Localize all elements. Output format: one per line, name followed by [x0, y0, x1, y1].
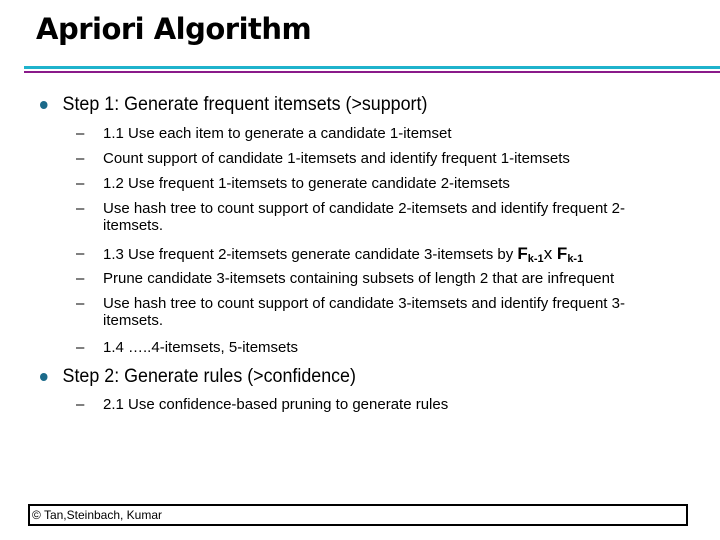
footer-copyright: © Tan,Steinbach, Kumar — [28, 504, 688, 526]
list-item-text: Use hash tree to count support of candid… — [103, 295, 625, 329]
step-2-label: Step 2: Generate rules (>confidence) — [62, 366, 356, 387]
step-1-label: Step 1: Generate frequent itemsets (>sup… — [62, 94, 428, 115]
list-item-text: 1.4 …..4-itemsets, 5-itemsets — [103, 339, 299, 356]
list-item-text: 1.3 Use frequent 2-itemsets generate can… — [103, 245, 678, 268]
list-item-text: Count support of candidate 1-itemsets an… — [103, 150, 570, 167]
bullet-icon — [40, 101, 48, 109]
dash-icon: – — [76, 245, 85, 262]
dash-icon: – — [76, 175, 85, 192]
slide-title: Apriori Algorithm — [36, 12, 312, 46]
dash-icon: – — [76, 270, 85, 287]
list-item-text: 2.1 Use confidence-based pruning to gene… — [103, 396, 449, 413]
dash-icon: – — [76, 295, 85, 312]
title-rule-bottom — [24, 71, 720, 73]
list-item-text: Prune candidate 3-itemsets containing su… — [103, 270, 615, 287]
list-item-text-main: 1.3 Use frequent 2-itemsets generate can… — [103, 246, 518, 263]
dash-icon: – — [76, 396, 85, 413]
list-item-text: Use hash tree to count support of candid… — [103, 200, 625, 234]
dash-icon: – — [76, 125, 85, 142]
dash-icon: – — [76, 339, 85, 356]
dash-icon: – — [76, 200, 85, 217]
list-item-text: 1.2 Use frequent 1-itemsets to generate … — [103, 175, 510, 192]
dash-icon: – — [76, 150, 85, 167]
bullet-icon — [40, 373, 48, 381]
title-rule-top — [24, 66, 720, 69]
formula: Fk-1x Fk-1 — [517, 244, 584, 265]
list-item-text: 1.1 Use each item to generate a candidat… — [103, 125, 452, 142]
